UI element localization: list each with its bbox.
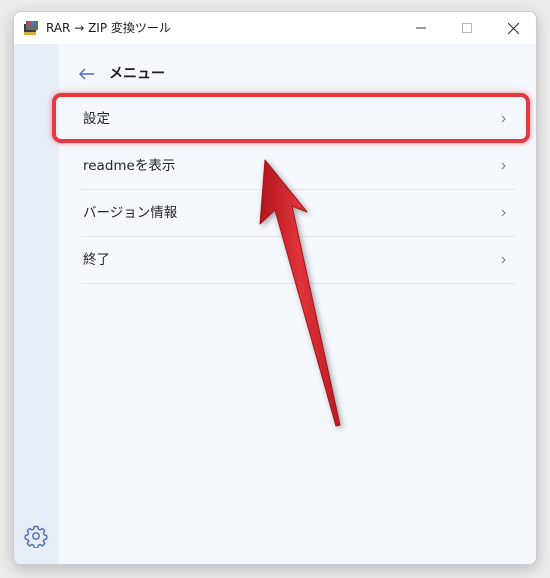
annotation-arrow xyxy=(259,159,341,427)
